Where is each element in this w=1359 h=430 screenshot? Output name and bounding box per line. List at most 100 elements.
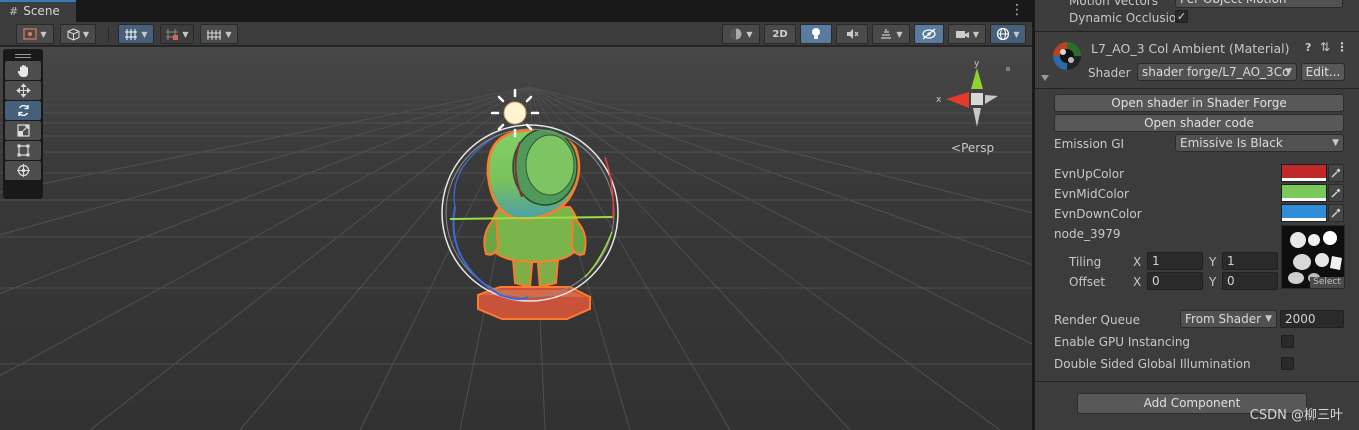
render-queue-value-field[interactable]: 2000 [1280, 310, 1344, 328]
chevron-down-icon: ▼ [1265, 314, 1272, 324]
tiling-y-field[interactable]: 1 [1222, 252, 1278, 270]
help-icon[interactable]: ? [1305, 41, 1311, 54]
hand-icon [17, 65, 28, 77]
move-tool-button[interactable] [5, 81, 41, 100]
double-sided-gi-label: Double Sided Global Illumination [1054, 357, 1251, 371]
scene-tab-bar: # Scene ⋮ [0, 0, 1032, 22]
scene-viewport[interactable]: y x <Persp [0, 47, 1032, 430]
toggle-2d-button[interactable]: 2D [764, 24, 796, 44]
texture-select-button[interactable]: Select [1310, 277, 1344, 288]
shader-edit-button[interactable]: Edit... [1301, 63, 1345, 81]
evn-down-color-swatch[interactable] [1281, 204, 1327, 222]
lighting-toggle[interactable] [800, 24, 832, 44]
camera-icon [955, 30, 969, 38]
motion-vectors-dropdown[interactable]: Per Object Motion [1175, 0, 1343, 8]
move-arrows-icon [15, 83, 31, 98]
evn-up-color-swatch[interactable] [1281, 164, 1327, 182]
tiling-y-label: Y [1209, 255, 1217, 269]
inspector-panel: Motion Vectors Per Object Motion Dynamic… [1034, 0, 1359, 430]
shading-dropdown[interactable]: ▼ [722, 24, 760, 44]
offset-y-field[interactable]: 0 [1222, 272, 1278, 290]
audio-toggle[interactable] [836, 24, 868, 44]
evn-mid-color-label: EvnMidColor [1054, 187, 1129, 201]
open-shader-code-button[interactable]: Open shader code [1054, 114, 1344, 132]
grid-snap-toggle[interactable]: ▼ [118, 24, 154, 44]
gpu-instancing-label: Enable GPU Instancing [1054, 335, 1191, 349]
tab-menu-icon[interactable]: ⋮ [1010, 2, 1024, 18]
foldout-arrow-icon[interactable] [1041, 74, 1049, 82]
tools-grip-handle[interactable] [5, 51, 41, 61]
toggle-2d-label: 2D [772, 29, 788, 40]
gizmo-globe-icon [997, 27, 1010, 41]
gizmo-center-cube[interactable] [971, 93, 983, 105]
gizmo-x-cone[interactable] [946, 92, 969, 108]
eyedropper-icon[interactable] [1328, 164, 1344, 182]
transform-tool-button[interactable] [5, 161, 41, 180]
eyedropper-icon[interactable] [1328, 184, 1344, 202]
scene-visibility-toggle[interactable] [914, 24, 944, 44]
offset-x-field[interactable]: 0 [1147, 272, 1203, 290]
projection-label[interactable]: <Persp [951, 141, 994, 155]
shader-dropdown[interactable]: shader forge/L7_AO_3Co ▼ [1137, 63, 1297, 81]
evn-mid-color-swatch[interactable] [1281, 184, 1327, 202]
rect-tool-button[interactable] [5, 141, 41, 160]
scene-tab-label: Scene [23, 4, 60, 18]
render-queue-label: Render Queue [1054, 313, 1140, 327]
emission-gi-dropdown[interactable]: Emissive Is Black ▼ [1175, 134, 1344, 152]
snap-increment-icon [166, 28, 179, 40]
scale-tool-button[interactable] [5, 121, 41, 140]
gizmo-neg-x-cone[interactable] [985, 95, 998, 104]
lightbulb-icon [812, 28, 820, 39]
persp-text: Persp [961, 141, 995, 155]
grid-visibility-dropdown[interactable]: ▼ [200, 24, 238, 44]
double-sided-gi-checkbox[interactable] [1281, 357, 1294, 370]
draw-mode-dropdown[interactable]: ▼ [16, 24, 54, 44]
scene-toolbar: ▼ ▼ ▼ ▼ ▼ ▼ 2D ▼ ▼ ▼ [0, 22, 1032, 46]
preset-icon[interactable]: ⇅ [1320, 40, 1330, 54]
hand-tool-button[interactable] [5, 61, 41, 80]
chevron-down-icon: ▼ [1332, 138, 1339, 148]
gizmo-y-cone[interactable] [971, 68, 983, 89]
hidden-eye-icon [922, 28, 936, 40]
motion-vectors-label: Motion Vectors [1069, 0, 1158, 8]
eyedropper-icon[interactable] [1328, 204, 1344, 222]
texture-node-label: node_3979 [1054, 227, 1121, 241]
scene-panel: # Scene ⋮ ▼ ▼ ▼ ▼ ▼ ▼ 2D ▼ ▼ ▼ y x <Pers… [0, 0, 1032, 430]
persp-arrow-icon: < [951, 141, 962, 155]
tiling-x-field[interactable]: 1 [1147, 252, 1203, 270]
watermark-text: CSDN @柳三叶 [1249, 408, 1343, 423]
gpu-instancing-checkbox[interactable] [1281, 335, 1294, 348]
scale-icon [16, 124, 30, 137]
shading-sphere-icon [730, 28, 742, 40]
grid-snap-icon [125, 28, 138, 40]
gizmo-x-label: x [936, 95, 942, 105]
gizmo-y-label: y [974, 59, 980, 69]
material-preview-icon [1053, 42, 1081, 70]
render-queue-dropdown[interactable]: From Shader ▼ [1180, 310, 1277, 328]
gizmo-neg-y-cone[interactable] [973, 108, 981, 127]
evn-down-color-label: EvnDownColor [1054, 207, 1142, 221]
rotate-icon [17, 104, 29, 117]
tools-palette [3, 49, 43, 199]
directional-light-icon[interactable] [490, 88, 540, 138]
emission-gi-label: Emission GI [1054, 137, 1125, 151]
gizmos-dropdown[interactable]: ▼ [990, 24, 1026, 44]
effects-icon [881, 28, 892, 39]
draw-mode-icon [23, 28, 38, 40]
texture-slot[interactable]: Select [1281, 225, 1345, 289]
shader-dropdown-value: shader forge/L7_AO_3Co [1142, 65, 1290, 79]
increment-snap-toggle[interactable]: ▼ [160, 24, 194, 44]
grid-visibility-icon [207, 29, 222, 40]
offset-label: Offset [1069, 275, 1106, 289]
unity-editor: # Scene ⋮ ▼ ▼ ▼ ▼ ▼ ▼ 2D ▼ ▼ ▼ y x <Pers… [0, 0, 1359, 430]
evn-up-color-label: EvnUpColor [1054, 167, 1125, 181]
rotate-tool-button[interactable] [5, 101, 41, 120]
open-shader-forge-button[interactable]: Open shader in Shader Forge [1054, 94, 1344, 112]
render-mode-dropdown[interactable]: ▼ [60, 24, 96, 44]
context-menu-icon[interactable]: ⋮ [1336, 40, 1348, 54]
dynamic-occlusion-checkbox[interactable]: ✓ [1175, 10, 1188, 23]
scene-grid-icon: # [9, 5, 19, 18]
effects-dropdown[interactable]: ▼ [872, 24, 910, 44]
scene-tab[interactable]: # Scene [0, 0, 76, 22]
camera-dropdown[interactable]: ▼ [948, 24, 986, 44]
